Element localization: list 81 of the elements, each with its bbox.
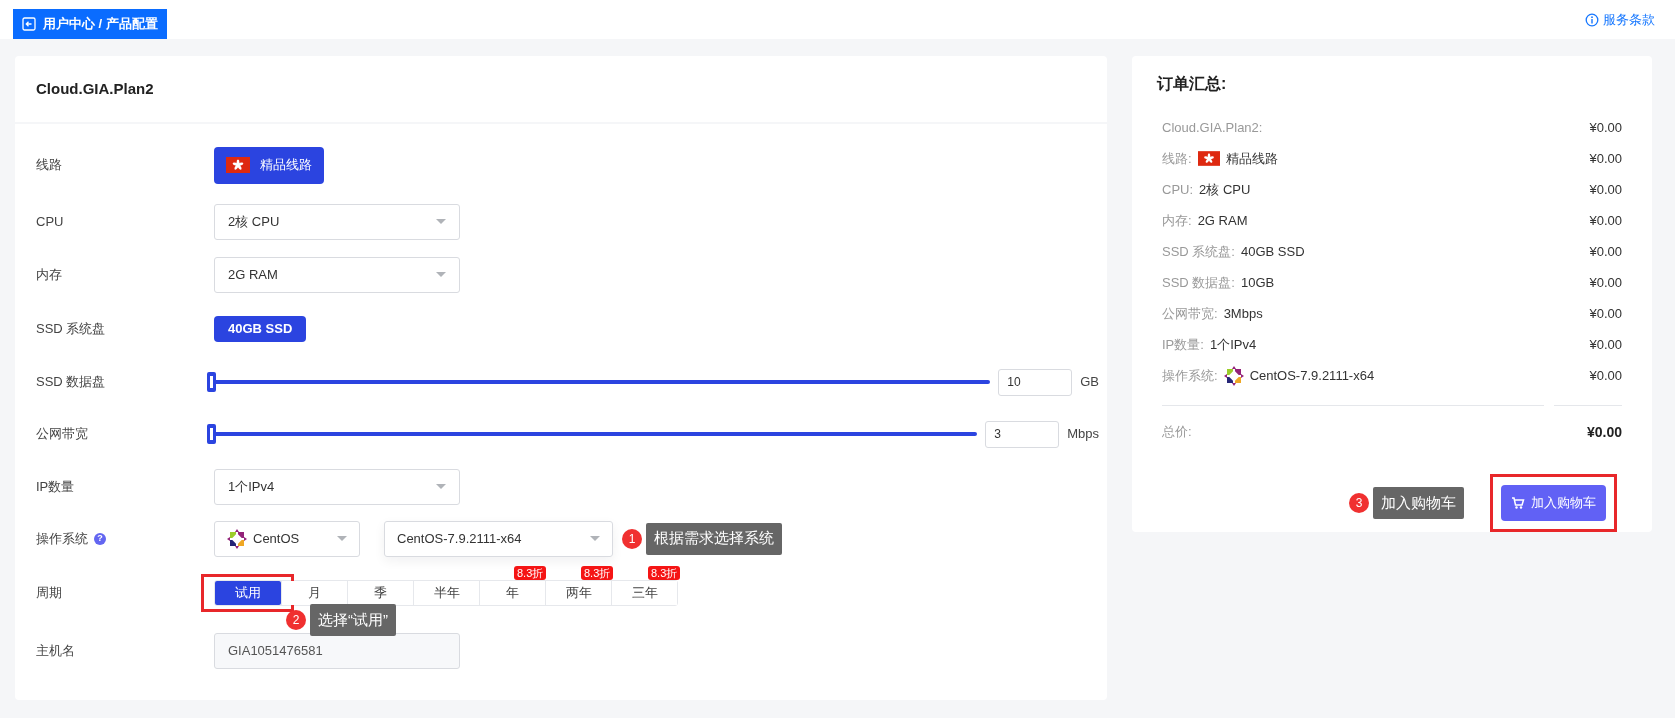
summary-item-value: 10GB xyxy=(1240,273,1275,292)
summary-item-label: 公网带宽: xyxy=(1162,304,1218,323)
field-label: 公网带宽 xyxy=(36,425,88,444)
summary-item-value: 40GB SSD xyxy=(1240,242,1305,261)
option-button[interactable]: 40GB SSD xyxy=(214,315,307,342)
annotation-tooltip: 选择“试用” xyxy=(310,604,396,636)
slider-thumb[interactable] xyxy=(207,424,216,444)
add-to-cart-button[interactable]: 加入购物车 xyxy=(1501,485,1606,521)
summary-item-price: ¥0.00 xyxy=(1589,335,1622,354)
summary-item-label: 线路: xyxy=(1162,149,1192,168)
summary-item-label: SSD 系统盘: xyxy=(1162,242,1235,261)
summary-item-price: ¥0.00 xyxy=(1589,242,1622,261)
dropdown-select[interactable]: 2G RAM xyxy=(214,256,460,293)
summary-item-value: 3Mbps xyxy=(1223,304,1263,323)
slider-thumb[interactable] xyxy=(207,372,216,392)
summary-item-price: ¥0.00 xyxy=(1589,273,1622,292)
summary-item-value: 2核 CPU xyxy=(1199,180,1251,199)
breadcrumb-tab[interactable]: 用户中心 / 产品配置 xyxy=(13,9,167,39)
summary-item-value: 1个IPv4 xyxy=(1209,335,1257,354)
summary-item-label: 内存: xyxy=(1162,211,1192,230)
flag-icon xyxy=(226,157,250,173)
number-input-field[interactable]: 3 xyxy=(985,420,1060,448)
summary-item-label: IP数量: xyxy=(1162,335,1204,354)
hostname-input-field[interactable]: GIA1051476581 xyxy=(214,633,460,669)
dropdown-caret-icon xyxy=(590,536,600,541)
os-family-select[interactable]: CentOS xyxy=(214,520,360,557)
summary-item-price: ¥0.00 xyxy=(1589,366,1622,385)
dropdown-caret-icon xyxy=(337,536,347,541)
terms-link[interactable]: 服务条款 xyxy=(1585,9,1655,30)
summary-item-label: Cloud.GIA.Plan2: xyxy=(1162,118,1263,137)
info-icon xyxy=(1585,12,1599,27)
field-label: 操作系统 xyxy=(36,529,88,548)
exit-icon xyxy=(22,17,36,31)
unit-label: GB xyxy=(1080,373,1099,392)
annotation-tooltip: 根据需求选择系统 xyxy=(646,522,782,555)
flag-icon xyxy=(1197,151,1220,166)
cart-icon xyxy=(1511,496,1525,510)
step-number-badge: 1 xyxy=(622,528,642,549)
summary-item-price: ¥0.00 xyxy=(1589,149,1622,168)
dropdown-select[interactable]: 1个IPv4 xyxy=(214,468,460,505)
discount-tag: 8.3折 xyxy=(648,566,681,580)
field-label: SSD 系统盘 xyxy=(36,319,106,338)
field-label: SSD 数据盘 xyxy=(36,373,106,392)
field-label: 内存 xyxy=(36,265,62,284)
field-label: 主机名 xyxy=(36,642,75,661)
option-button[interactable]: 精品线路 xyxy=(214,146,324,184)
number-input-field[interactable]: 10 xyxy=(998,368,1073,396)
centos-logo-icon xyxy=(227,528,247,549)
period-option[interactable]: 三年 xyxy=(611,581,677,605)
field-label: 周期 xyxy=(36,584,62,603)
summary-item-price: ¥0.00 xyxy=(1589,118,1622,137)
annotation-tooltip: 加入购物车 xyxy=(1373,487,1464,519)
summary-item-price: ¥0.00 xyxy=(1589,211,1622,230)
os-version-select[interactable]: CentOS-7.9.2111-x64 xyxy=(384,520,613,557)
summary-item-value: CentOS-7.9.2111-x64 xyxy=(1249,366,1375,385)
centos-logo-icon xyxy=(1223,365,1244,386)
dropdown-caret-icon xyxy=(436,272,446,277)
discount-tag: 8.3折 xyxy=(581,566,614,580)
summary-item-price: ¥0.00 xyxy=(1589,180,1622,199)
step-number-badge: 3 xyxy=(1349,493,1369,513)
summary-item-price: ¥0.00 xyxy=(1589,304,1622,323)
product-title: Cloud.GIA.Plan2 xyxy=(36,78,154,99)
summary-item-value: 精品线路 xyxy=(1225,149,1278,168)
summary-item-label: 操作系统: xyxy=(1162,366,1218,385)
field-label: 线路 xyxy=(36,156,62,175)
total-price: ¥0.00 xyxy=(1586,422,1622,442)
dropdown-caret-icon xyxy=(436,484,446,489)
summary-item-label: SSD 数据盘: xyxy=(1162,273,1235,292)
step-number-badge: 2 xyxy=(286,610,306,630)
summary-item-value: 2G RAM xyxy=(1197,211,1248,230)
period-option[interactable]: 试用 xyxy=(215,581,281,605)
field-label: CPU xyxy=(36,212,64,231)
summary-title: 订单汇总: xyxy=(1157,74,1228,94)
dropdown-caret-icon xyxy=(436,219,446,224)
total-label: 总价: xyxy=(1162,423,1192,442)
dropdown-select[interactable]: 2核 CPU xyxy=(214,203,460,240)
unit-label: Mbps xyxy=(1067,425,1099,444)
field-label: IP数量 xyxy=(36,477,75,496)
summary-item-label: CPU: xyxy=(1162,180,1194,199)
help-icon[interactable]: ? xyxy=(94,532,106,545)
discount-tag: 8.3折 xyxy=(514,566,547,580)
